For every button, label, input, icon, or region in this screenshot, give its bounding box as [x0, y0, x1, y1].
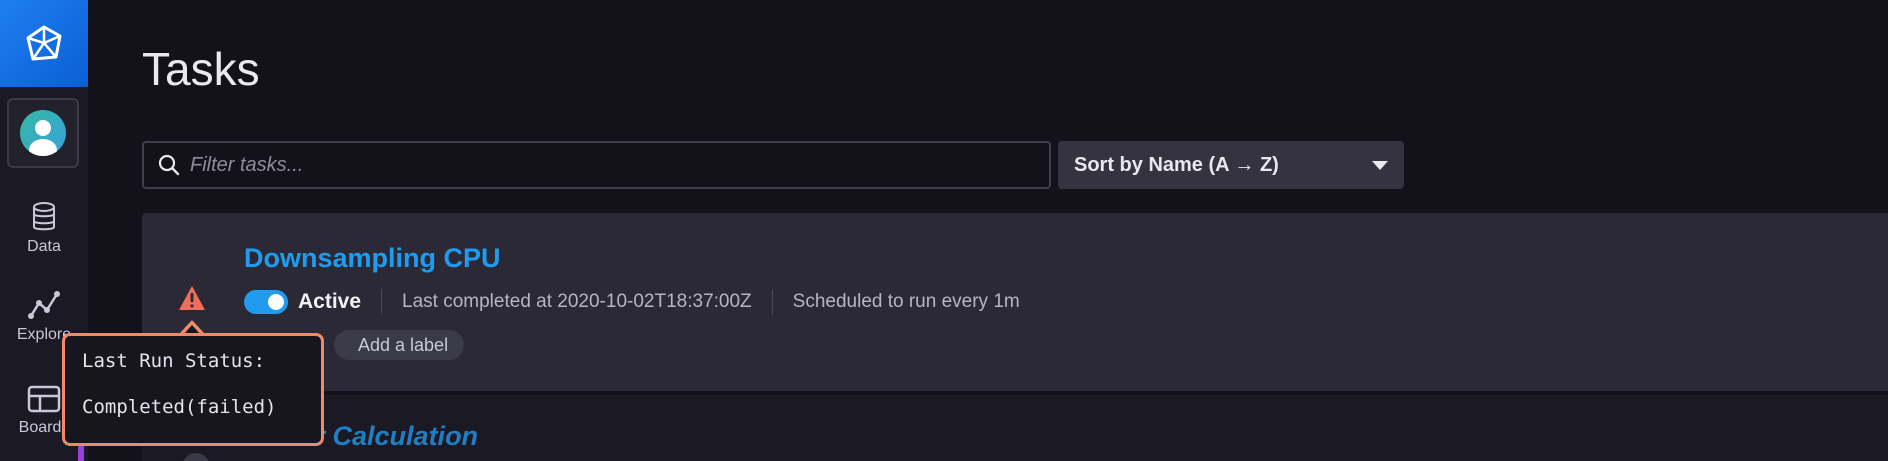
schedule-text: Scheduled to run every 1m: [792, 291, 1020, 312]
dashboard-icon: [27, 385, 61, 413]
page-title: Tasks: [142, 43, 260, 95]
filter-tasks-input[interactable]: [190, 153, 1010, 177]
warning-triangle-icon[interactable]: [178, 285, 206, 311]
nav-label: Data: [27, 238, 61, 255]
sort-label: Sort by Name (A → Z): [1074, 153, 1279, 176]
divider: [771, 289, 773, 315]
user-icon: [29, 120, 57, 156]
app: Data Explore Boards Tasks Filter tasks..…: [0, 0, 1888, 461]
add-label-button[interactable]: Add a label: [334, 330, 465, 360]
caret-down-icon: [1372, 160, 1388, 170]
nav-item-data[interactable]: Data: [0, 202, 88, 256]
sort-dropdown[interactable]: Sort by Name (A → Z): [1058, 141, 1404, 189]
task-active-toggle[interactable]: [244, 290, 288, 314]
task-meta-row: Active Last completed at 2020-10-02T18:3…: [244, 287, 1020, 317]
database-icon: [33, 202, 55, 231]
task-card: Power Calculation: [142, 395, 1888, 461]
status-icon: [182, 453, 210, 461]
task-status-label: Active: [298, 290, 362, 313]
avatar: [20, 110, 66, 156]
logo-tile[interactable]: [0, 0, 88, 87]
divider: [381, 289, 383, 315]
main-content: Tasks Sort by Name (A → Z) Downsampling …: [88, 0, 1888, 461]
tooltip-title: Last Run Status:: [82, 350, 266, 372]
last-run-status-tooltip: Last Run Status: Completed(failed): [62, 333, 324, 446]
last-completed-text: Last completed at 2020-10-02T18:37:00Z: [402, 291, 752, 312]
task-name-link[interactable]: Downsampling CPU: [244, 243, 501, 274]
search-icon: [158, 154, 180, 176]
user-avatar-button[interactable]: [7, 98, 79, 168]
filter-box[interactable]: [142, 141, 1051, 189]
tooltip-status: Completed(failed): [82, 396, 277, 418]
graph-icon: [28, 291, 60, 319]
task-card: Downsampling CPU Active Last completed a…: [142, 213, 1888, 391]
influx-logo-icon: [26, 25, 62, 60]
